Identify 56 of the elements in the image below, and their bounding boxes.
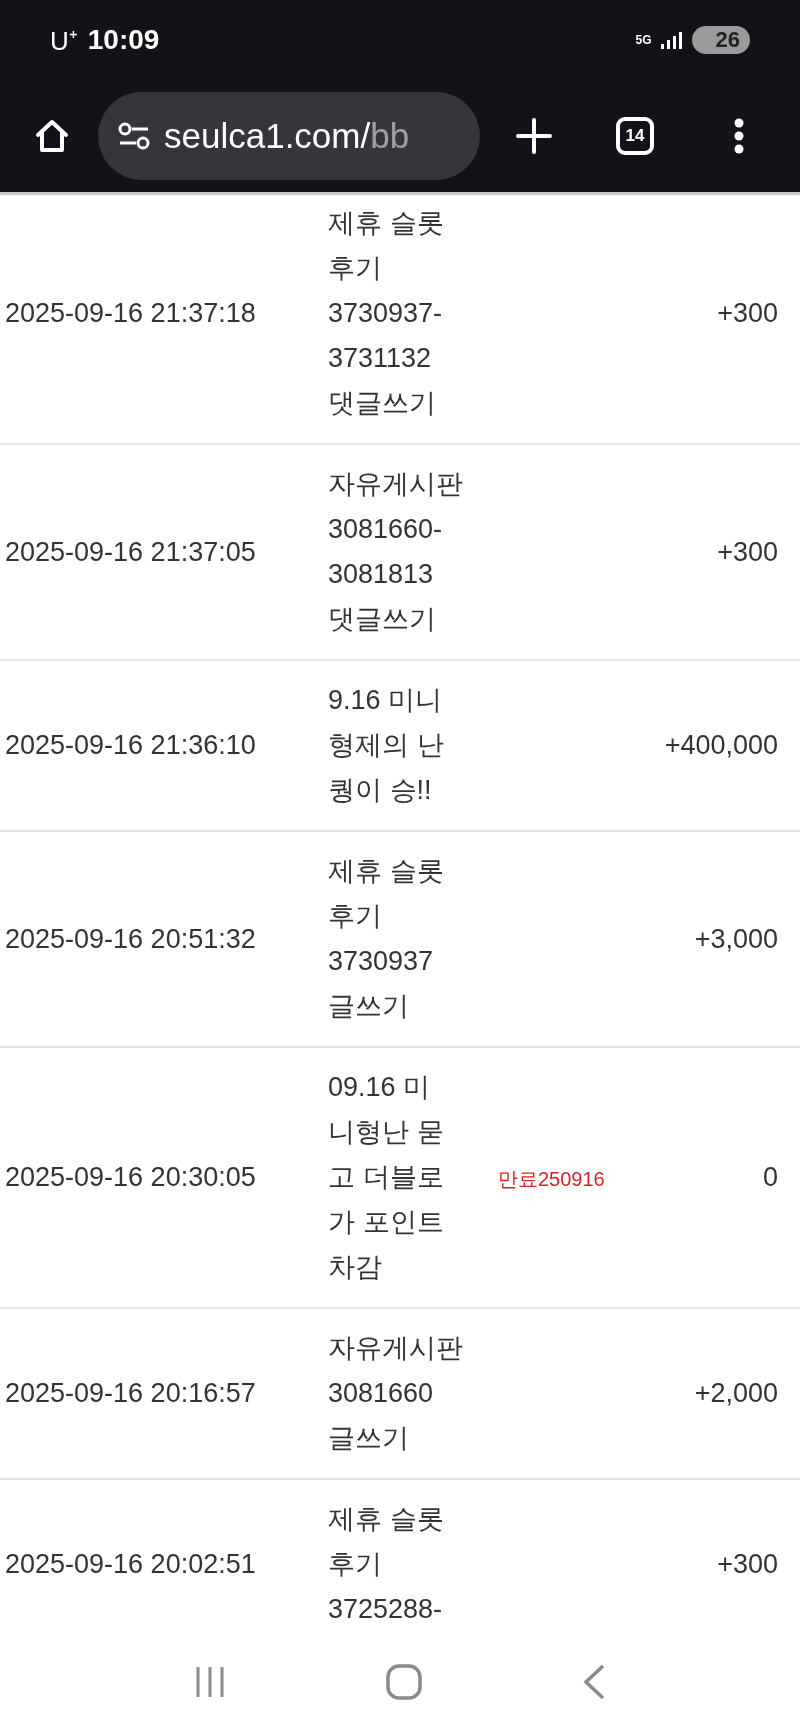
content-line: 후기 bbox=[328, 1548, 383, 1581]
home-button-icon[interactable] bbox=[386, 1664, 422, 1700]
content-line: 댓글쓰기 bbox=[328, 603, 437, 636]
content-line: 09.16 미 bbox=[328, 1071, 432, 1104]
content-line: 3081660 bbox=[328, 1377, 435, 1410]
content-line: 차감 bbox=[328, 1251, 383, 1284]
content-line: 제휴 슬롯 bbox=[328, 207, 445, 240]
points-cell: +300 bbox=[717, 536, 778, 568]
new-tab-icon[interactable] bbox=[516, 118, 552, 154]
content-line: 3730937 bbox=[328, 945, 435, 978]
back-icon[interactable] bbox=[582, 1664, 606, 1700]
expiry-note: 만료250916 bbox=[498, 1168, 605, 1190]
content-line: 글쓰기 bbox=[328, 1422, 410, 1455]
recent-apps-icon[interactable] bbox=[194, 1665, 226, 1699]
content-line: 9.16 미니 bbox=[328, 684, 444, 717]
datetime-cell-text: 2025-09-16 20:30:05 bbox=[5, 1162, 257, 1193]
site-settings-icon[interactable] bbox=[118, 122, 150, 150]
points-cell: +3,000 bbox=[694, 923, 778, 955]
points-cell: +300 bbox=[717, 1549, 778, 1580]
content-line: 3081660- bbox=[328, 513, 444, 546]
content-line: 3731132 bbox=[328, 342, 433, 375]
content-line: 형제의 난 bbox=[328, 729, 445, 762]
content-line: 후기 bbox=[328, 252, 383, 285]
content-line: 고 더블로 bbox=[328, 1161, 445, 1194]
tab-count-button[interactable]: 14 bbox=[616, 117, 654, 155]
content-line: 후기 bbox=[328, 900, 383, 933]
content-line: 퀑이 승!! bbox=[328, 774, 433, 807]
points-cell: 0 bbox=[762, 1162, 778, 1193]
points-cell: +400,000 bbox=[664, 730, 778, 761]
content-line: 3725288- bbox=[328, 1593, 444, 1626]
content-line: 3730937- bbox=[328, 297, 444, 330]
content-line: 글쓰기 bbox=[328, 990, 410, 1023]
network-label: 5G bbox=[635, 33, 652, 47]
content-line: 가 포인트 bbox=[328, 1206, 445, 1239]
datetime-cell-text: 2025-09-16 20:02:51 bbox=[5, 1549, 257, 1580]
content-line: 니형난 묻 bbox=[328, 1116, 445, 1149]
points-cell: +2,000 bbox=[694, 1378, 778, 1409]
content-line: 제휴 슬롯 bbox=[328, 1503, 445, 1536]
carrier-label: U⁺ bbox=[50, 25, 78, 58]
content-line: 자유게시판 bbox=[328, 468, 464, 501]
datetime-cell-text: 2025-09-16 21:36:10 bbox=[5, 730, 257, 761]
content-line: 자유게시판 bbox=[328, 1332, 464, 1365]
datetime-cell-text: 2025-09-16 20:16:57 bbox=[5, 1378, 257, 1409]
datetime-cell-text: 2025-09-16 21:37:18 bbox=[5, 298, 257, 329]
content-line: 댓글쓰기 bbox=[328, 387, 437, 420]
points-cell: +300 bbox=[717, 298, 778, 329]
status-time: 10:09 bbox=[87, 24, 160, 56]
datetime-cell-text: 2025-09-16 21:37:05 bbox=[5, 536, 257, 568]
signal-icon bbox=[659, 31, 682, 49]
content-line: 제휴 슬롯 bbox=[328, 855, 445, 888]
datetime-cell-text: 2025-09-16 20:51:32 bbox=[5, 923, 257, 955]
battery-indicator: 26 bbox=[691, 26, 750, 54]
more-menu-icon[interactable] bbox=[734, 118, 744, 154]
address-bar[interactable]: seulca1.com/bb bbox=[98, 92, 480, 180]
content-line: 3081813 bbox=[328, 558, 435, 591]
url-text: seulca1.com/bb bbox=[164, 116, 410, 156]
